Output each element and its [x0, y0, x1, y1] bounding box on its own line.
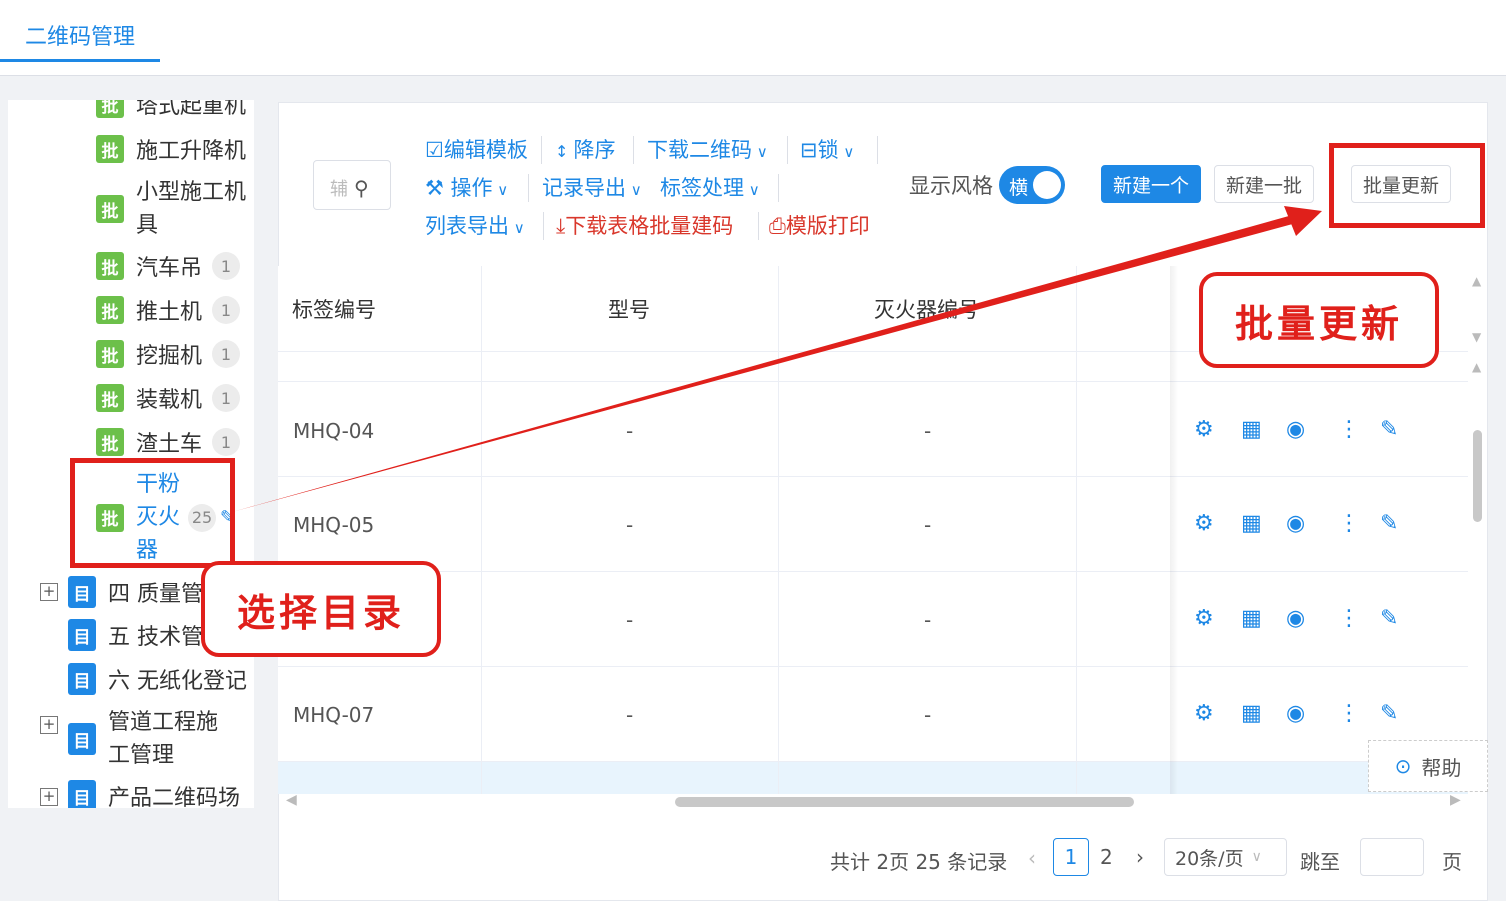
callout-batch-update: 批量更新 — [1199, 272, 1439, 368]
annotation-arrow — [232, 206, 1322, 512]
highlight-box-batch-update — [1329, 143, 1485, 228]
callout-select-directory: 选择目录 — [201, 561, 441, 657]
highlight-box-selected-dir — [70, 458, 235, 568]
arrow-shaft — [232, 214, 1300, 512]
